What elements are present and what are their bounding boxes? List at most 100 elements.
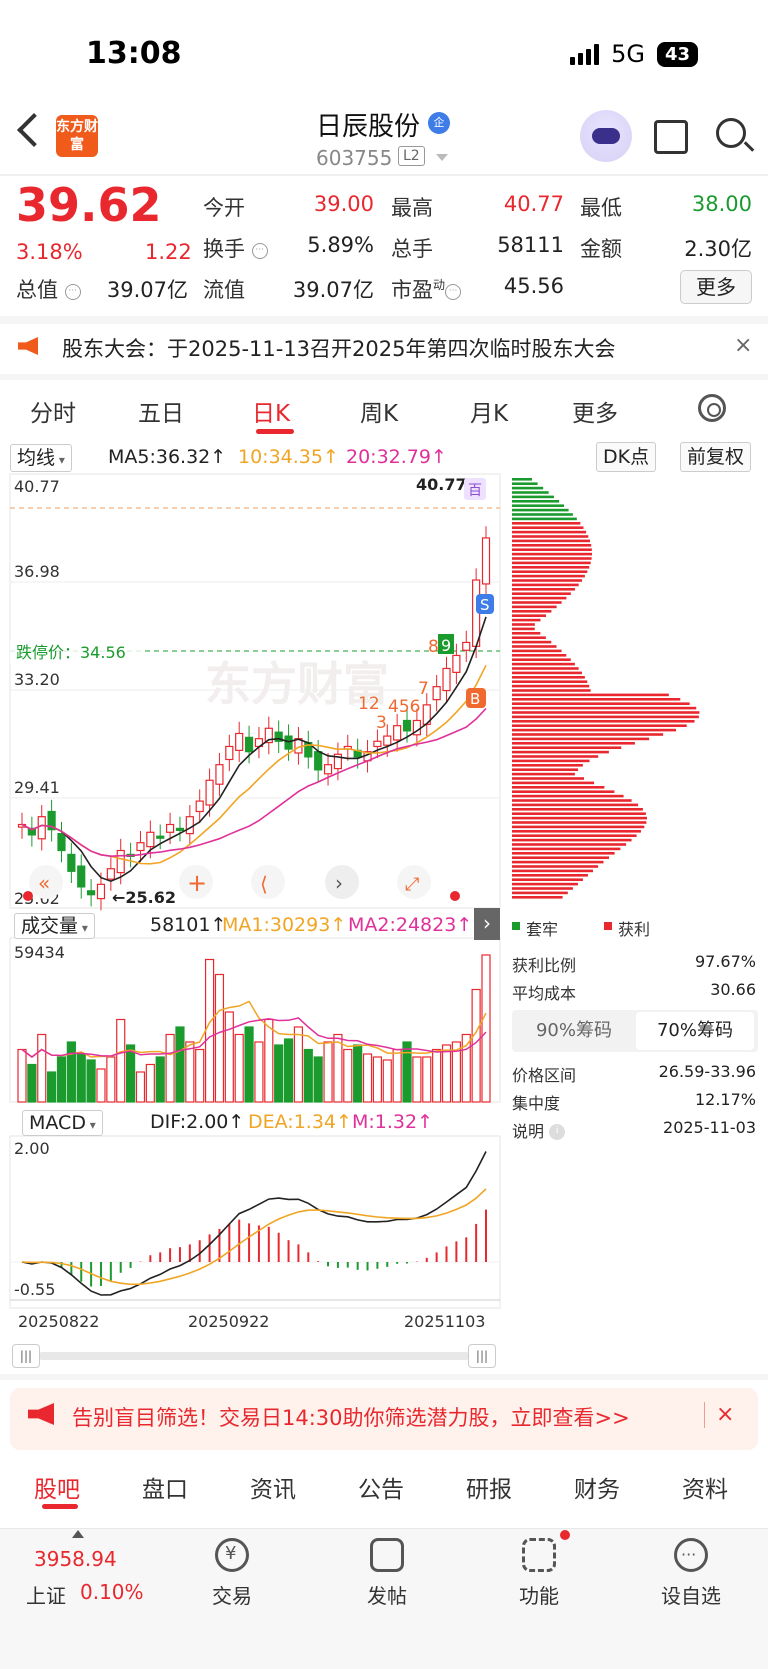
nav-add-watchlist[interactable]: 设自选 — [646, 1580, 736, 1609]
volume-bar — [441, 1044, 452, 1103]
candle-body — [146, 831, 155, 848]
zoom-in-icon[interactable]: + — [187, 869, 207, 897]
candle-body — [225, 745, 234, 761]
chip-bar — [512, 548, 592, 551]
chip-bar — [512, 570, 588, 573]
range-scrollbar[interactable] — [38, 1352, 470, 1360]
macd-dif: DIF:2.00↑ — [150, 1111, 245, 1133]
candle-body — [136, 842, 145, 852]
buy-marker[interactable]: B — [470, 690, 480, 708]
tab-research[interactable]: 研报 — [466, 1470, 512, 1504]
kline-chart[interactable]: 东方财富 40.77 36.98 33.20 29.41 25.62 40.77… — [0, 0, 768, 1340]
chip-bar — [512, 592, 571, 595]
chip-value-profit-ratio: 97.67% — [694, 952, 756, 971]
nav-trade[interactable]: 交易 — [187, 1580, 277, 1609]
nav-functions[interactable]: 功能 — [494, 1580, 584, 1609]
chip-label-profit-ratio: 获利比例 — [512, 956, 577, 975]
chip-bar — [512, 737, 650, 741]
nav-post[interactable]: 发帖 — [342, 1580, 432, 1609]
candle-body — [165, 823, 175, 833]
index-value[interactable]: 3958.94 — [34, 1547, 117, 1571]
collapse-arrow-icon[interactable]: › — [474, 908, 500, 940]
toggle-70-chips[interactable]: 70%筹码 — [636, 1012, 754, 1050]
volume-bar — [481, 954, 491, 1103]
indicator-select-volume[interactable]: 成交量 — [14, 913, 95, 939]
legend-profit: 获利 — [618, 920, 651, 939]
hundred-marker: 百 — [468, 483, 482, 499]
chip-bar — [512, 561, 591, 565]
chip-bar — [512, 860, 604, 864]
volume-bar — [17, 1048, 27, 1103]
range-handle-left[interactable]: ||| — [12, 1344, 40, 1368]
sell-marker[interactable]: S — [480, 596, 490, 614]
chip-bar — [512, 491, 549, 494]
chip-bar — [512, 539, 591, 543]
chip-bar — [512, 865, 599, 868]
indicator-select-macd[interactable]: MACD — [22, 1110, 103, 1136]
next-icon[interactable]: › — [335, 871, 343, 895]
tab-forum[interactable]: 股吧 — [34, 1470, 80, 1504]
tab-finance[interactable]: 财务 — [574, 1470, 620, 1504]
chip-bar — [512, 808, 643, 811]
chip-bar — [512, 874, 588, 877]
candle-body — [442, 667, 451, 692]
tab-order-book[interactable]: 盘口 — [142, 1470, 188, 1504]
volume-bar — [195, 1048, 205, 1103]
candle-body — [205, 779, 214, 806]
index-pct[interactable]: 0.10% — [80, 1580, 144, 1604]
index-name[interactable]: 上证 — [26, 1580, 66, 1609]
volume-bar — [135, 1071, 146, 1103]
chip-bar — [512, 583, 579, 587]
chip-bar — [512, 636, 546, 639]
info-icon[interactable]: i — [549, 1124, 566, 1140]
chip-bar — [512, 478, 532, 481]
volume-bar — [234, 1033, 244, 1103]
chip-bar — [512, 878, 583, 881]
trade-icon[interactable]: ¥ — [215, 1538, 249, 1572]
post-edit-icon[interactable] — [370, 1538, 404, 1572]
chip-bar — [512, 852, 615, 855]
chip-bar — [512, 662, 575, 666]
promo-text[interactable]: 告别盲目筛选！交易日14:30助你筛选潜力股，立即查看>> — [72, 1402, 630, 1432]
volume-bar — [66, 1041, 76, 1103]
draw-tool-icon[interactable]: ⟨ — [260, 872, 268, 896]
macd-m: M:1.32↑ — [352, 1111, 434, 1133]
volume-bar — [214, 973, 225, 1103]
rewind-icon[interactable]: « — [38, 871, 50, 895]
chip-bar — [512, 486, 544, 490]
chip-bar — [512, 830, 641, 833]
chip-bar — [512, 680, 588, 683]
chip-bar — [512, 777, 585, 780]
volume-bar — [303, 1048, 313, 1103]
tab-announcements[interactable]: 公告 — [358, 1470, 404, 1504]
volume-bar — [125, 1044, 136, 1103]
chip-bar — [512, 557, 592, 560]
tab-profile[interactable]: 资料 — [682, 1470, 728, 1504]
chip-value-price-range: 26.59-33.96 — [658, 1062, 756, 1081]
volume-bar — [47, 1071, 57, 1103]
candle-body — [383, 735, 392, 746]
candle-body — [156, 835, 165, 839]
grid-apps-icon[interactable] — [522, 1538, 556, 1572]
chip-bar — [512, 838, 632, 842]
volume-bar — [323, 1041, 333, 1103]
chip-bar — [512, 645, 557, 648]
expand-up-icon[interactable] — [72, 1530, 84, 1538]
chip-bar — [512, 530, 587, 534]
toggle-90-chips[interactable]: 90%筹码 — [516, 1012, 632, 1050]
chip-bar — [512, 715, 699, 719]
chip-bar — [512, 755, 599, 758]
candle-body — [314, 751, 323, 771]
chip-value-avg-cost: 30.66 — [710, 980, 756, 999]
chip-bar — [512, 667, 579, 670]
tab-news[interactable]: 资讯 — [250, 1470, 296, 1504]
close-icon[interactable]: × — [716, 1402, 734, 1427]
expand-icon[interactable]: ⤢ — [405, 874, 420, 895]
volume-bar — [343, 1048, 353, 1103]
range-handle-right[interactable]: ||| — [468, 1344, 496, 1368]
chip-bar — [512, 790, 615, 793]
candle-body — [452, 654, 461, 673]
more-dots-icon[interactable]: ··· — [674, 1538, 708, 1572]
chip-bar — [512, 640, 552, 644]
signal-marker-456: 456 — [388, 697, 420, 717]
